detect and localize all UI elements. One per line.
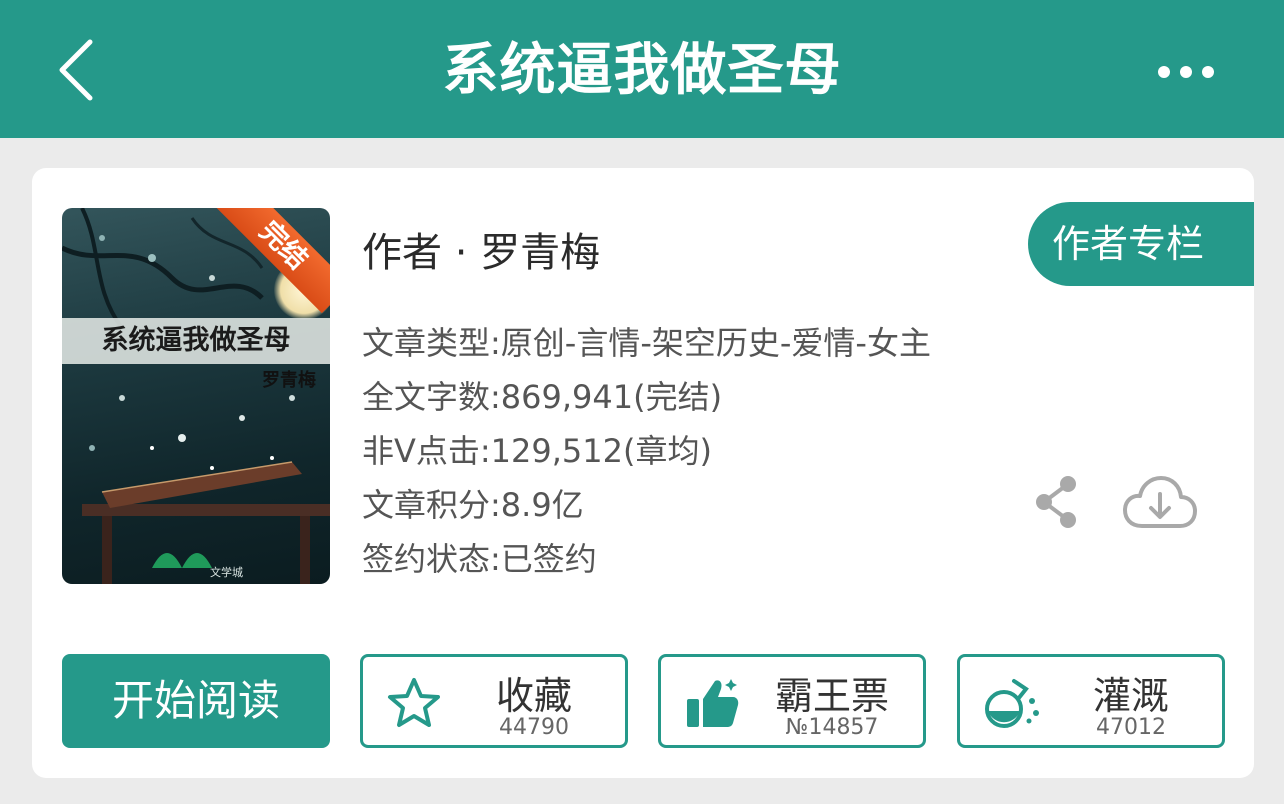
star-icon	[388, 678, 440, 727]
chevron-left-icon	[59, 39, 93, 101]
download-button[interactable]	[1122, 474, 1198, 532]
back-button[interactable]	[48, 36, 104, 104]
author-column-button[interactable]: 作者专栏	[1028, 202, 1254, 286]
info-contract-status: 签约状态:已签约	[362, 540, 597, 578]
favorite-button[interactable]: 收藏 44790	[360, 654, 628, 748]
vote-label: 霸王票	[774, 674, 889, 718]
info-word-count: 全文字数:869,941(完结)	[362, 378, 723, 416]
nutrient-count: 47012	[1096, 715, 1166, 740]
author-name[interactable]: 作者 · 罗青梅	[362, 220, 600, 278]
start-reading-button[interactable]: 开始阅读	[62, 654, 330, 748]
vote-button[interactable]: 霸王票 №14857	[658, 654, 926, 748]
cover-publisher-logo: 文学城	[210, 566, 243, 579]
more-button[interactable]	[1150, 50, 1222, 94]
favorite-count: 44790	[499, 715, 569, 740]
book-info-card: 系统逼我做圣母 罗青梅 完结 文学城 作者 · 罗青梅 作者专栏 文章类型:原创…	[32, 168, 1254, 778]
cover-author: 罗青梅	[262, 370, 316, 391]
share-button[interactable]	[1032, 474, 1082, 530]
book-cover[interactable]: 系统逼我做圣母 罗青梅 完结 文学城	[62, 208, 330, 584]
info-clicks: 非Ⅴ点击:129,512(章均)	[362, 432, 712, 470]
flask-icon	[985, 679, 1039, 728]
top-navigation-bar: 系统逼我做圣母	[0, 0, 1284, 138]
nutrient-button[interactable]: 灌溉 47012	[957, 654, 1225, 748]
share-icon	[1036, 476, 1076, 528]
vote-count: №14857	[785, 715, 879, 740]
cloud-download-icon	[1123, 476, 1197, 528]
more-horizontal-icon	[1158, 66, 1214, 78]
info-score: 文章积分:8.9亿	[362, 486, 584, 524]
page-title: 系统逼我做圣母	[442, 38, 842, 103]
nutrient-label: 灌溉	[1092, 674, 1169, 718]
thumbs-up-icon	[687, 679, 739, 727]
info-genre: 文章类型:原创-言情-架空历史-爱情-女主	[362, 324, 931, 362]
cover-title: 系统逼我做圣母	[62, 318, 330, 364]
favorite-label: 收藏	[495, 674, 572, 718]
